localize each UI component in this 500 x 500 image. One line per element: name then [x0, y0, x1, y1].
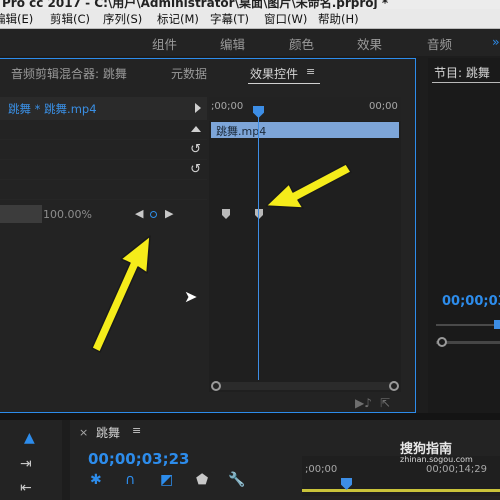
track-select-icon[interactable]: ⇥ [20, 456, 32, 472]
arrow-to-keyframe-marker [265, 163, 352, 209]
wrench-icon[interactable]: 🔧 [228, 472, 245, 488]
tools-panel: ▲ ⇥ ⇤ [0, 420, 62, 500]
work-area-bar[interactable] [302, 489, 500, 492]
selection-tool-icon[interactable]: ▲ [24, 430, 35, 446]
program-zoom-handle[interactable] [437, 337, 447, 347]
sequence-menu-icon[interactable]: ≡ [132, 424, 141, 437]
sequence-ruler-end: 00;00;14;29 [426, 464, 488, 475]
sequence-timecode[interactable]: 00;00;03;23 [88, 450, 190, 468]
mouse-cursor-icon: ➤ [184, 287, 198, 306]
sequence-tab[interactable]: 跳舞 [96, 424, 120, 441]
insert-nest-icon[interactable]: ✱ [90, 472, 102, 488]
marker-icon[interactable]: ⬟ [196, 472, 208, 488]
linked-selection-icon[interactable]: ◩ [160, 472, 173, 488]
close-sequence-icon[interactable]: × [79, 426, 88, 439]
premiere-window: Pro cc 2017 - C:\用户\Administrator\桌面\图片\… [0, 0, 500, 500]
snap-magnet-icon[interactable]: ∩ [125, 472, 135, 488]
program-tab-indicator [432, 82, 500, 83]
tab-program[interactable]: 节目: 跳舞 [434, 64, 490, 81]
ripple-edit-icon[interactable]: ⇤ [20, 480, 32, 496]
program-timecode[interactable]: 00;00;03 [442, 294, 500, 309]
arrow-to-keyframe-button [91, 235, 151, 353]
program-time-ruler[interactable] [436, 324, 500, 326]
panel-divider [0, 413, 500, 420]
watermark-url: zhinan.sogou.com [400, 455, 473, 464]
sequence-timeline-panel: × 跳舞 ≡ 00;00;03;23 ✱ ∩ ◩ ⬟ 🔧 ;00;00 00;0… [70, 420, 500, 500]
program-playhead[interactable] [494, 320, 500, 329]
sequence-ruler-start: ;00;00 [305, 464, 338, 475]
program-monitor: 节目: 跳舞 00;00;03 [428, 58, 500, 413]
